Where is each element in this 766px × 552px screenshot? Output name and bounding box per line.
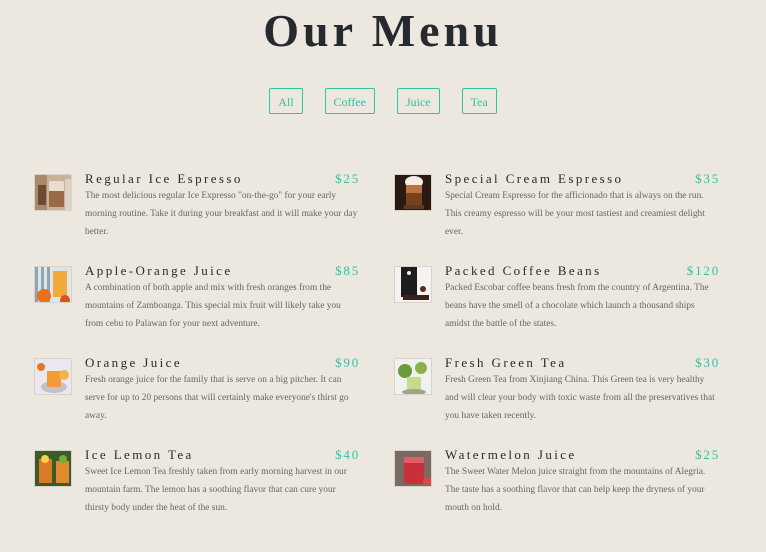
green-tea-photo — [394, 358, 432, 395]
item-name: Regular Ice Espresso — [85, 171, 243, 186]
orange-juice-photo — [34, 358, 72, 395]
watermelon-juice-photo — [394, 450, 432, 487]
item-name: Orange Juice — [85, 355, 183, 370]
item-price: $90 — [335, 355, 360, 370]
filter-all-button[interactable]: All — [269, 88, 303, 114]
item-name: Ice Lemon Tea — [85, 447, 194, 462]
item-description: Fresh orange juice for the family that i… — [85, 375, 349, 421]
item-description: Fresh Green Tea from Xinjiang China. Thi… — [445, 375, 715, 421]
item-price: $85 — [335, 263, 360, 278]
item-price: $120 — [686, 263, 720, 278]
filter-coffee-button[interactable]: Coffee — [324, 88, 375, 114]
filter-juice-button[interactable]: Juice — [396, 88, 440, 114]
cream-espresso-photo — [394, 174, 432, 211]
item-description: Packed Escobar coffee beans fresh from t… — [445, 283, 709, 329]
page-title: Our Menu — [263, 5, 503, 56]
filter-tea-button[interactable]: Tea — [461, 88, 497, 114]
item-description: Sweet Ice Lemon Tea freshly taken from e… — [85, 467, 347, 513]
menu-item: Fresh Green Tea $30 Fresh Green Tea from… — [394, 355, 720, 438]
item-description: Special Cream Espresso for the afficiona… — [445, 191, 705, 237]
item-description: The Sweet Water Melon juice straight fro… — [445, 467, 706, 513]
item-price: $25 — [695, 447, 720, 462]
item-name: Special Cream Espresso — [445, 171, 624, 186]
item-name: Fresh Green Tea — [445, 355, 567, 370]
item-description: The most delicious regular Ice Expresso … — [85, 191, 358, 237]
item-price: $25 — [335, 171, 360, 186]
item-price: $40 — [335, 447, 360, 462]
menu-item: Ice Lemon Tea $40 Sweet Ice Lemon Tea fr… — [34, 447, 360, 530]
apple-orange-juice-photo — [34, 266, 72, 303]
menu-item: Packed Coffee Beans $120 Packed Escobar … — [394, 263, 720, 346]
menu-item: Apple-Orange Juice $85 A combination of … — [34, 263, 360, 346]
menu-item: Orange Juice $90 Fresh orange juice for … — [34, 355, 360, 438]
item-price: $30 — [695, 355, 720, 370]
item-name: Packed Coffee Beans — [445, 263, 602, 278]
category-filters: All Coffee Juice Tea — [0, 88, 766, 114]
menu-item: Regular Ice Espresso $25 The most delici… — [34, 171, 360, 254]
item-name: Watermelon Juice — [445, 447, 577, 462]
menu-item: Watermelon Juice $25 The Sweet Water Mel… — [394, 447, 720, 530]
coffee-beans-pack-photo — [394, 266, 432, 303]
item-price: $35 — [695, 171, 720, 186]
menu-item: Special Cream Espresso $35 Special Cream… — [394, 171, 720, 254]
item-name: Apple-Orange Juice — [85, 263, 233, 278]
iced-coffee-photo — [34, 174, 72, 211]
lemon-tea-photo — [34, 450, 72, 487]
item-description: A combination of both apple and mix with… — [85, 283, 341, 329]
